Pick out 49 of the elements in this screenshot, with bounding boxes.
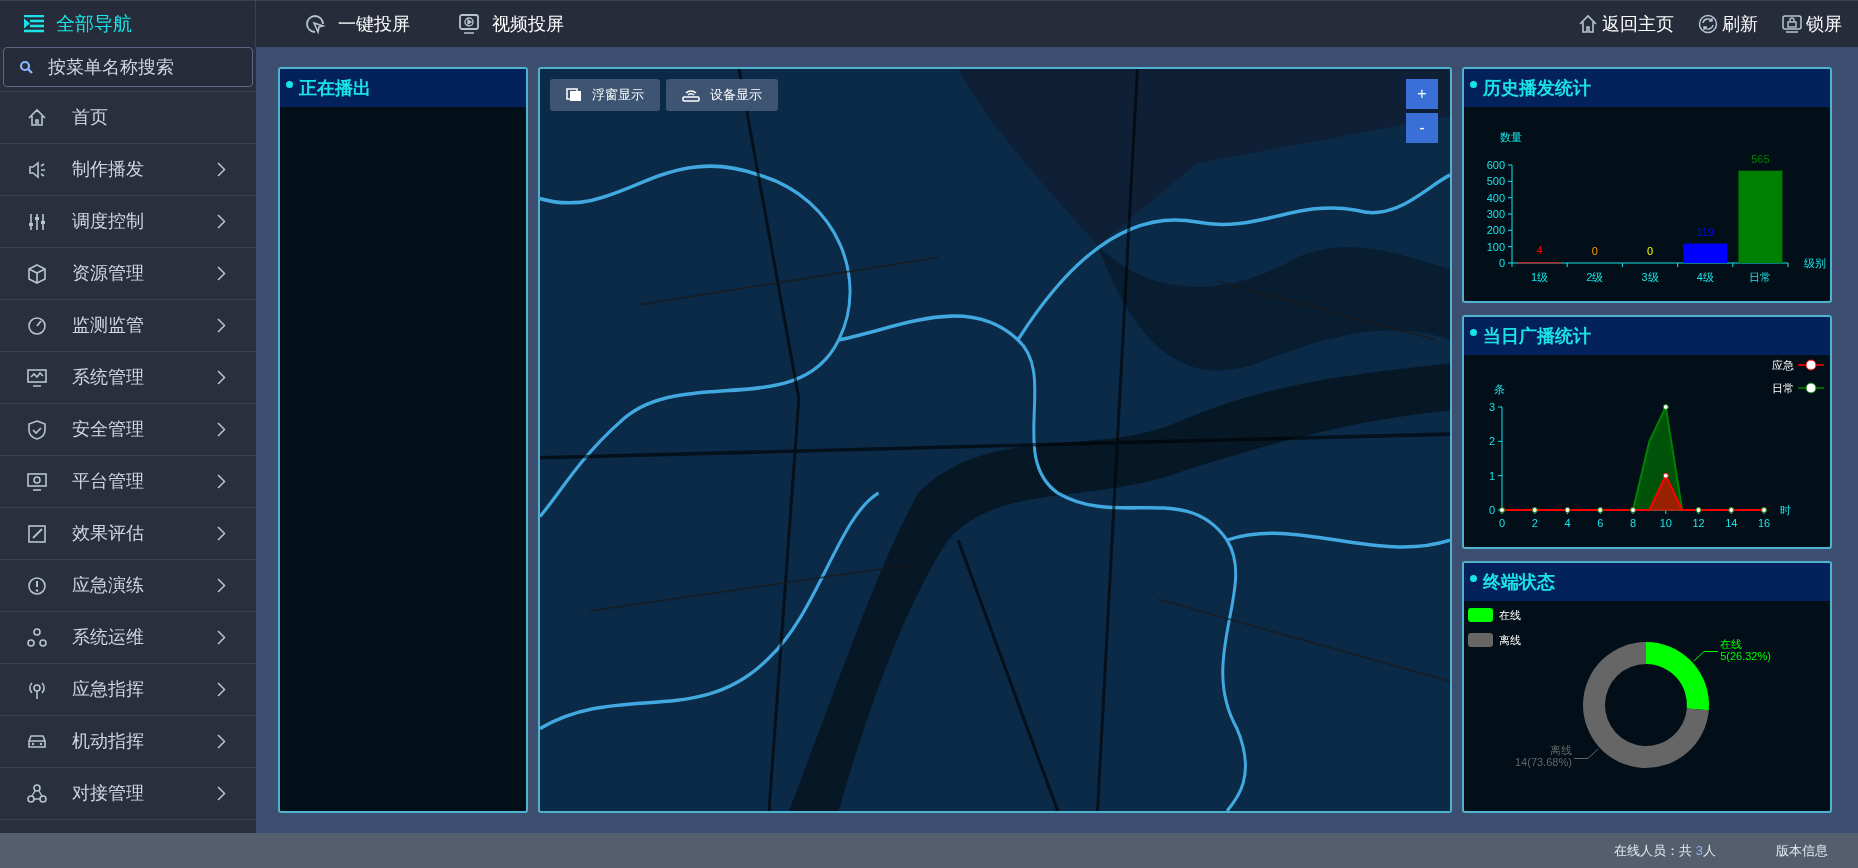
slice-value: 14(73.68%) [1515,756,1572,769]
data-label: 4 [1536,244,1543,257]
online-unit: 人 [1703,841,1716,860]
slice-label: 在线 [1720,637,1743,650]
panel-title: 正在播出 [299,76,371,100]
axis-tick-label: 1 [1488,469,1495,482]
axis-title: 级别 [1804,257,1826,269]
axis-tick-label: 600 [1486,159,1505,171]
axis-tick-label: 2 [1531,517,1538,529]
legend-label: 在线 [1499,608,1521,623]
axis-tick-label: 4级 [1696,271,1714,283]
axis-tick-label: 0 [1488,504,1495,516]
axis-tick-label: 200 [1486,224,1505,237]
axis-tick-label: 2 [1488,435,1495,448]
axis-tick-label: 3级 [1641,271,1659,283]
panel-title: 当日广播统计 [1483,324,1591,348]
axis-tick-label: 0 [1498,517,1506,529]
axis-tick-label: 日常 [1749,271,1772,283]
axis-tick-label: 12 [1692,517,1705,529]
axis-tick-label: 2级 [1586,271,1604,283]
data-label: 0 [1591,245,1598,257]
legend-label: 日常 [1772,380,1794,396]
axis-tick-label: 0 [1498,257,1505,269]
axis-tick-label: 16 [1757,517,1771,529]
axis-tick-label: 300 [1486,208,1505,220]
legend-label: 离线 [1499,632,1521,648]
axis-tick-label: 8 [1629,517,1637,529]
axis-title: 数量 [1500,131,1522,143]
axis-tick-label: 400 [1486,191,1505,204]
online-users-label: 在线人员：共 [1613,841,1692,860]
online-count: 3 [1695,841,1703,860]
data-label: 565 [1751,152,1770,165]
data-label: 0 [1646,245,1654,257]
axis-tick-label: 10 [1659,517,1672,529]
panel-title: 历史播发统计 [1483,76,1591,100]
axis-tick-label: 500 [1486,175,1505,188]
axis-tick-label: 100 [1486,240,1505,253]
legend-label: 应急 [1772,358,1794,373]
axis-tick-label: 3 [1488,401,1495,413]
panel-title: 终端状态 [1483,570,1555,594]
slice-value: 5(26.32%) [1720,649,1771,662]
axis-tick-label: 14 [1725,517,1738,529]
axis-tick-label: 6 [1597,517,1604,529]
axis-title: 时 [1780,504,1791,516]
axis-tick-label: 1级 [1531,271,1549,283]
axis-tick-label: 4 [1564,517,1571,529]
data-label: 119 [1696,225,1714,238]
axis-title: 条 [1494,383,1505,395]
slice-label: 离线 [1549,744,1572,757]
